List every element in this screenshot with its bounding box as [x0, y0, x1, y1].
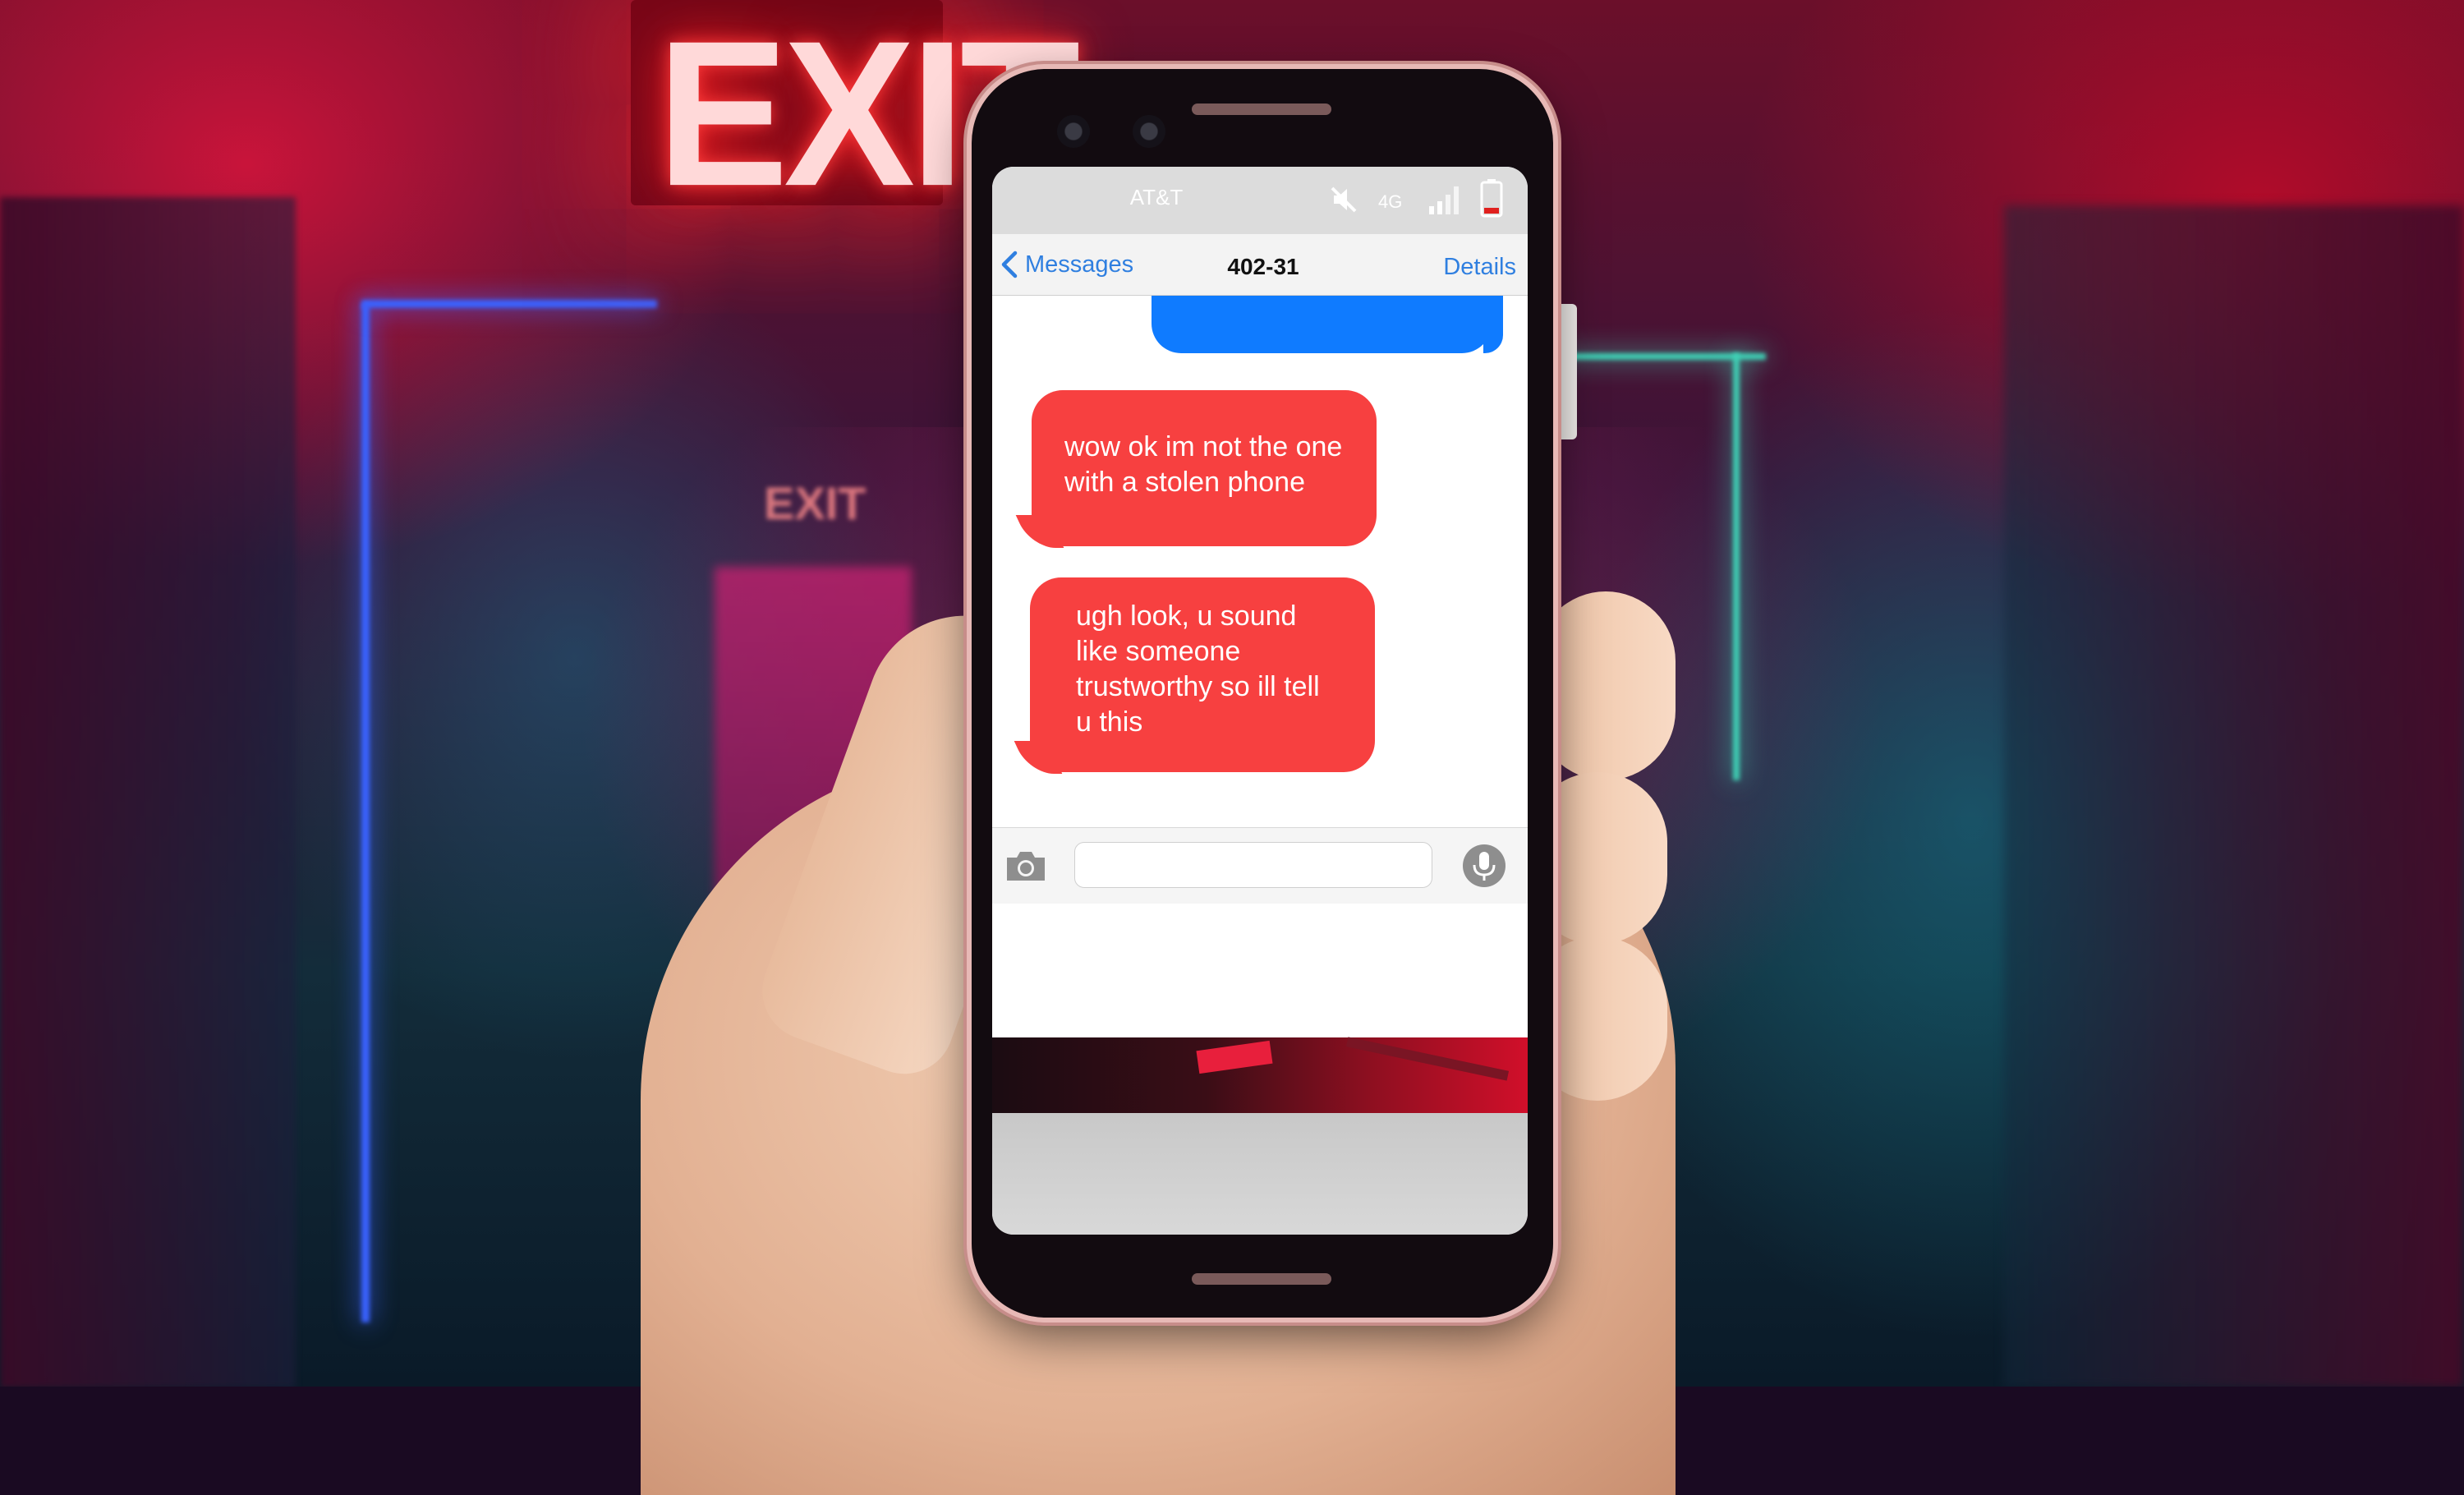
camera-icon[interactable]: [1004, 848, 1048, 884]
front-camera-icon: [1057, 115, 1090, 148]
back-button-label: Messages: [1025, 251, 1134, 278]
carrier-name: AT&T: [1129, 185, 1184, 209]
wallpaper-shape: [1345, 1037, 1510, 1081]
neon-light-blue-vertical: [361, 304, 370, 1322]
chevron-left-icon: [1001, 251, 1018, 278]
microphone-icon[interactable]: [1462, 844, 1506, 888]
message-thread: wow ok im not the one with a stolen phon…: [992, 296, 1528, 830]
wallpaper-strip: [992, 1037, 1528, 1113]
message-bubble-tail: [1014, 741, 1063, 774]
message-bubble-tail: [1015, 515, 1064, 548]
details-button[interactable]: Details: [1443, 254, 1516, 281]
earpiece-speaker: [1192, 104, 1331, 115]
wallpaper-shape: [1196, 1040, 1273, 1074]
conversation-title: 402-31: [1227, 254, 1299, 279]
exit-sign-distant-text: EXIT: [764, 477, 867, 529]
hand-finger-index: [1536, 591, 1676, 780]
neon-light-teal-vertical: [1733, 353, 1740, 780]
received-message-bubble: wow ok im not the one with a stolen phon…: [1015, 390, 1377, 548]
message-input[interactable]: [1074, 842, 1432, 888]
message-text: wow ok im not the one with a stolen phon…: [1064, 431, 1343, 498]
received-message-bubble: ugh look, u sound like someone trustwort…: [1014, 577, 1375, 774]
navigation-bar: Messages 402-31 Details: [992, 234, 1528, 296]
sent-message-bubble: [1152, 296, 1492, 353]
corridor-wall-right: [2004, 205, 2464, 1387]
message-text: ugh look, u sound like someone trustwort…: [1076, 600, 1320, 738]
bottom-speaker: [1192, 1273, 1331, 1285]
back-button[interactable]: Messages: [999, 246, 1133, 283]
empty-screen-area: [992, 904, 1528, 1037]
sent-message-bubble-tail: [1483, 296, 1503, 353]
front-sensor-icon: [1133, 115, 1165, 148]
phone-side-button: [1552, 304, 1577, 439]
phone-screen: AT&T 4G Messages 402-31 Details wow ok i…: [992, 167, 1528, 1235]
signal-bars-icon: [1429, 186, 1459, 214]
battery-low-icon: [1480, 179, 1503, 218]
corridor-wall-left: [0, 197, 296, 1387]
message-composer: [992, 827, 1528, 904]
status-bar: AT&T 4G: [992, 167, 1528, 234]
speaker-muted-icon: [1331, 186, 1357, 213]
bottom-panel: [992, 1113, 1528, 1235]
network-type: 4G: [1378, 191, 1403, 212]
neon-light-blue-horizontal: [361, 300, 657, 308]
